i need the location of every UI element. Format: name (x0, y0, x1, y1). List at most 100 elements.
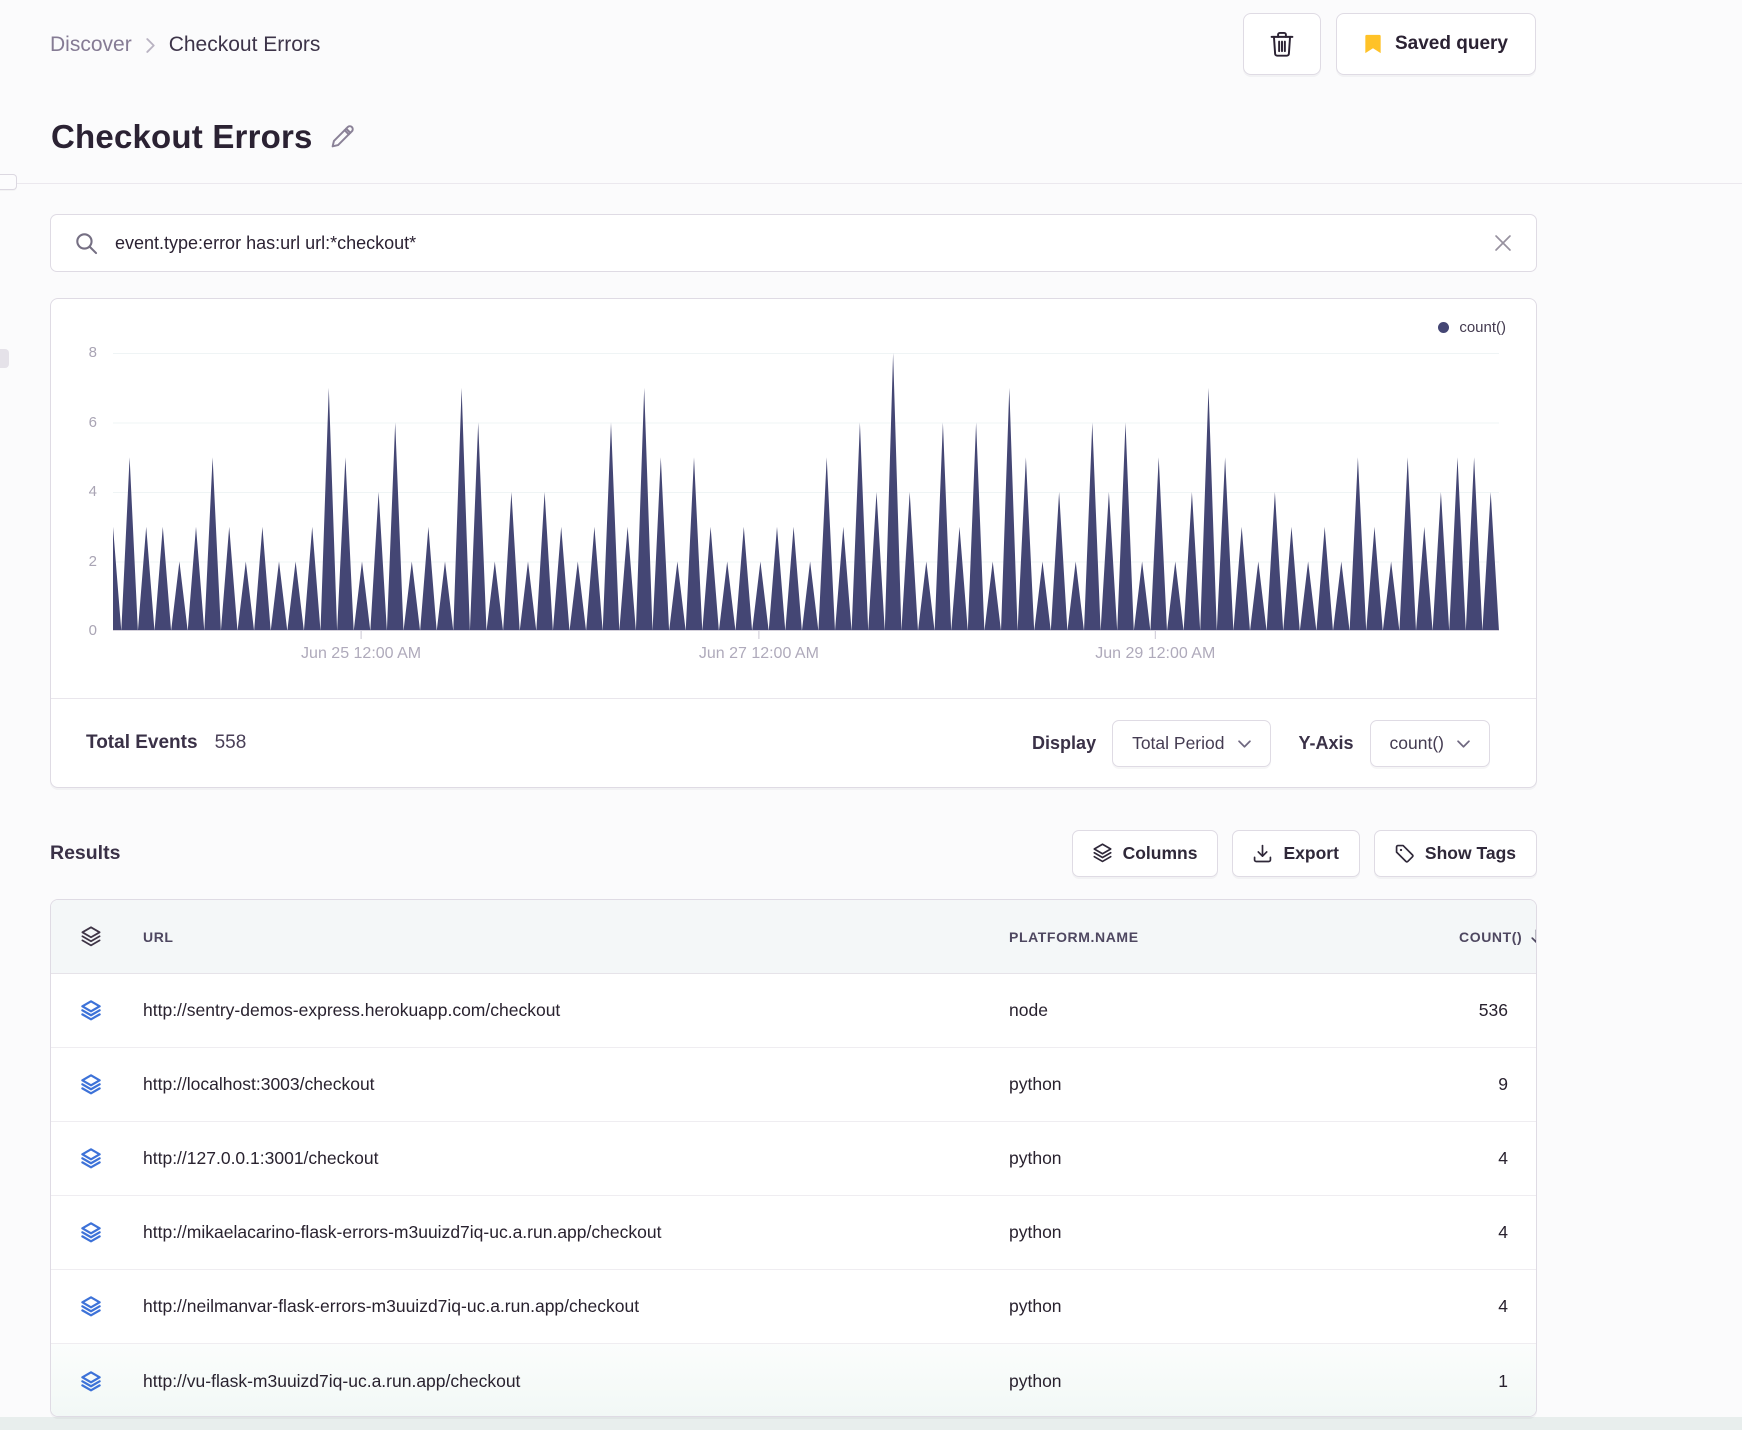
legend-series-dot (1438, 322, 1450, 333)
breadcrumb-current: Checkout Errors (168, 33, 321, 56)
chevron-down-icon (1457, 740, 1470, 748)
stack-icon (81, 1074, 143, 1095)
breadcrumb-discover-link[interactable]: Discover (50, 33, 132, 57)
url-cell[interactable]: http://sentry-demos-express.herokuapp.co… (143, 1000, 1009, 1021)
chevron-right-icon (146, 37, 155, 53)
url-cell[interactable]: http://127.0.0.1:3001/checkout (143, 1148, 1009, 1169)
table-row[interactable]: http://vu-flask-m3uuizd7iq-uc.a.run.app/… (51, 1344, 1536, 1416)
download-icon (1253, 844, 1272, 863)
stack-icon (81, 1222, 143, 1243)
platform-cell: node (1009, 1000, 1048, 1020)
display-label: Display (1032, 732, 1097, 753)
edit-title-icon[interactable] (329, 124, 355, 150)
table-row[interactable]: http://localhost:3003/checkout python 9 (51, 1048, 1536, 1122)
display-select-value: Total Period (1132, 732, 1225, 753)
show-tags-button[interactable]: Show Tags (1373, 829, 1537, 877)
table-row[interactable]: http://neilmanvar-flask-errors-m3uuizd7i… (51, 1270, 1536, 1344)
show-tags-button-label: Show Tags (1424, 842, 1516, 863)
top-actions: Saved query (1243, 13, 1536, 75)
x-axis-tick: Jun 25 12:00 AM (301, 645, 422, 662)
count-cell: 1 (1498, 1370, 1508, 1391)
breadcrumb: Discover Checkout Errors (50, 28, 320, 62)
events-chart-card: count() 0 2 4 6 8 Jun 25 12:00 AM Jun 27 12:0… (50, 298, 1537, 788)
count-cell: 4 (1498, 1222, 1508, 1242)
y-axis-tick: 8 (88, 344, 97, 361)
platform-cell: python (1009, 1222, 1062, 1242)
table-row[interactable]: http://mikaelacarino-flask-errors-m3uuiz… (51, 1196, 1536, 1270)
stack-icon (81, 1148, 143, 1169)
column-header-platform[interactable]: PLATFORM.NAME (1009, 929, 1459, 945)
chart-controls: Display Total Period Y-Axis count() (1032, 719, 1502, 767)
platform-cell: python (1009, 1296, 1062, 1316)
total-events-label: Total Events (86, 732, 198, 753)
total-events: Total Events 558 (86, 732, 246, 754)
yaxis-select[interactable]: count() (1369, 719, 1490, 767)
y-axis-tick: 2 (88, 552, 97, 570)
saved-query-button[interactable]: Saved query (1336, 13, 1536, 75)
columns-button[interactable]: Columns (1071, 829, 1219, 877)
count-cell: 536 (1478, 1000, 1508, 1020)
yaxis-label: Y-Axis (1298, 732, 1354, 753)
results-actions: Columns Export Show Tags (1071, 829, 1537, 877)
table-body: http://sentry-demos-express.herokuapp.co… (51, 974, 1536, 1416)
url-cell[interactable]: http://localhost:3003/checkout (143, 1074, 1009, 1095)
column-header-count[interactable]: COUNT() (1459, 928, 1536, 945)
columns-button-label: Columns (1122, 842, 1198, 863)
chart-canvas (113, 353, 1499, 639)
layers-icon (1093, 843, 1112, 863)
platform-cell: python (1009, 1148, 1062, 1168)
results-title: Results (50, 841, 121, 864)
y-axis-tick: 4 (88, 483, 97, 500)
tag-icon (1395, 844, 1414, 863)
table-row[interactable]: http://sentry-demos-express.herokuapp.co… (51, 974, 1536, 1048)
y-axis-tick: 6 (88, 413, 97, 431)
yaxis-select-value: count() (1389, 732, 1444, 753)
chevron-down-icon (1237, 740, 1251, 748)
search-icon (75, 232, 98, 255)
x-axis-tick: Jun 29 12:00 AM (1095, 645, 1216, 662)
chart-footer: Total Events 558 Display Total Period Y-… (51, 699, 1536, 787)
table-row[interactable]: http://127.0.0.1:3001/checkout python 4 (51, 1122, 1536, 1196)
legend-series-label: count() (1459, 319, 1506, 336)
saved-query-label: Saved query (1395, 33, 1508, 54)
count-cell: 9 (1498, 1074, 1508, 1094)
stack-icon (81, 1000, 143, 1021)
url-cell[interactable]: http://neilmanvar-flask-errors-m3uuizd7i… (143, 1296, 1009, 1317)
page-title: Checkout Errors (51, 118, 313, 155)
results-table: URL PLATFORM.NAME COUNT() http://sentry-… (50, 899, 1537, 1417)
url-cell[interactable]: http://mikaelacarino-flask-errors-m3uuiz… (143, 1222, 1009, 1243)
delete-query-button[interactable] (1243, 13, 1321, 75)
sort-desc-icon (1529, 928, 1536, 945)
clear-search-icon[interactable] (1494, 234, 1512, 252)
x-axis-tick: Jun 27 12:00 AM (698, 645, 819, 662)
trash-icon (1270, 31, 1294, 57)
export-button[interactable]: Export (1232, 829, 1360, 877)
total-events-value: 558 (214, 732, 247, 753)
header-divider (0, 183, 1742, 184)
count-header-label: COUNT() (1459, 928, 1523, 945)
count-cell: 4 (1498, 1296, 1508, 1316)
y-axis-tick: 0 (88, 622, 97, 639)
display-select[interactable]: Total Period (1112, 719, 1271, 767)
sidebar-collapse-handle[interactable] (0, 174, 17, 190)
table-header-row: URL PLATFORM.NAME COUNT() (51, 900, 1536, 974)
panel-collapse-handle[interactable] (0, 349, 9, 368)
events-area-chart[interactable]: 0 2 4 6 8 Jun 25 12:00 AM Jun 27 12:00 AM Jun … (89, 344, 1499, 662)
results-header-row: Results Columns Export Show Tags (50, 822, 1537, 884)
page-title-row: Checkout Errors (51, 118, 355, 156)
url-cell[interactable]: http://vu-flask-m3uuizd7iq-uc.a.run.app/… (143, 1371, 1009, 1392)
search-input[interactable]: event.type:error has:url url:*checkout* (115, 233, 1494, 254)
platform-cell: python (1009, 1074, 1062, 1094)
discover-saved-query-page: Discover Checkout Errors Saved query Che… (0, 0, 1742, 1417)
chart-legend[interactable]: count() (1438, 319, 1506, 336)
chart-y-axis-labels: 0 2 4 6 8 (59, 344, 104, 639)
count-cell: 4 (1498, 1148, 1508, 1168)
column-header-url[interactable]: URL (143, 929, 1009, 945)
bookmark-icon (1364, 34, 1382, 54)
export-button-label: Export (1283, 842, 1339, 863)
platform-cell: python (1009, 1370, 1062, 1391)
stack-icon[interactable] (81, 926, 143, 947)
stack-icon (81, 1370, 143, 1392)
stack-icon (81, 1296, 143, 1317)
search-bar[interactable]: event.type:error has:url url:*checkout* (50, 214, 1537, 272)
